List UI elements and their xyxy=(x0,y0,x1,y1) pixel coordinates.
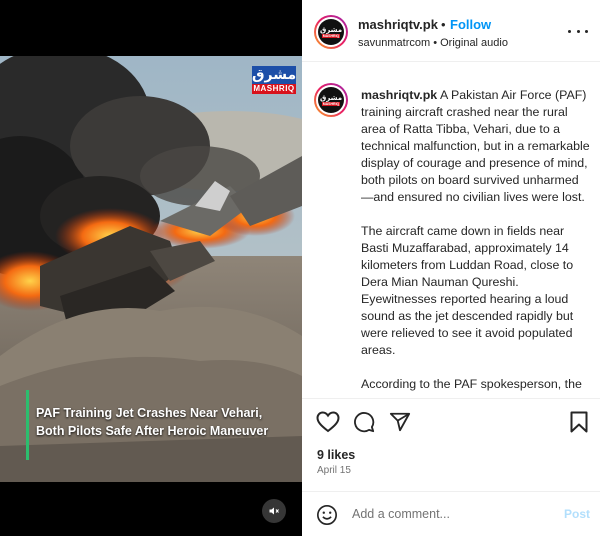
post-caption: mashriqtv.pk A Pakistan Air Force (PAF) … xyxy=(361,87,591,398)
caption-paragraph-1: mashriqtv.pk A Pakistan Air Force (PAF) … xyxy=(361,87,591,206)
send-icon[interactable] xyxy=(389,411,411,433)
author-avatar[interactable]: مشرق MASHRIQ xyxy=(314,15,348,49)
video-caption-line1: PAF Training Jet Crashes Near Vehari, xyxy=(36,406,263,420)
speaker-muted-icon xyxy=(269,507,279,515)
video-frame[interactable]: مشرق MASHRIQ PAF Training Jet Crashes Ne… xyxy=(0,56,302,482)
bookmark-icon[interactable] xyxy=(570,411,588,433)
post-header: مشرق MASHRIQ mashriqtv.pk • Follow savun… xyxy=(302,0,600,62)
post-date[interactable]: April 15 xyxy=(317,465,351,476)
emoji-icon[interactable] xyxy=(316,504,338,526)
header-separator: • xyxy=(441,17,446,32)
comment-input[interactable] xyxy=(352,504,552,524)
heart-icon[interactable] xyxy=(316,411,340,433)
avatar-logo-arabic: مشرق xyxy=(319,26,343,34)
caption-paragraph-1-text: A Pakistan Air Force (PAF) training airc… xyxy=(361,88,590,204)
avatar-logo-arabic: مشرق xyxy=(319,94,343,102)
post-sidebar: مشرق MASHRIQ mashriqtv.pk • Follow savun… xyxy=(302,0,600,536)
video-caption: PAF Training Jet Crashes Near Vehari, Bo… xyxy=(36,404,298,440)
comment-icon[interactable] xyxy=(353,411,375,433)
caption-accent-bar xyxy=(26,390,29,460)
caption-paragraph-3: According to the PAF spokesperson, the xyxy=(361,377,582,391)
caption-username[interactable]: mashriqtv.pk xyxy=(361,88,437,102)
video-player[interactable]: مشرق MASHRIQ PAF Training Jet Crashes Ne… xyxy=(0,0,302,536)
follow-button[interactable]: Follow xyxy=(450,17,491,32)
channel-logo-arabic: مشرق xyxy=(252,66,297,84)
video-caption-line2: Both Pilots Safe After Heroic Maneuver xyxy=(36,424,269,438)
caption-author-avatar[interactable]: مشرق MASHRIQ xyxy=(314,83,348,117)
post-comment-button[interactable]: Post xyxy=(564,507,590,521)
caption-section: مشرق MASHRIQ mashriqtv.pk A Pakistan Air… xyxy=(302,63,600,398)
channel-logo: مشرق MASHRIQ xyxy=(252,66,296,94)
action-bar xyxy=(302,398,600,444)
mute-button[interactable] xyxy=(262,499,286,523)
avatar-logo-latin: MASHRIQ xyxy=(321,102,341,106)
more-options-icon[interactable] xyxy=(568,24,588,38)
audio-label[interactable]: savunmatrcom • Original audio xyxy=(358,37,508,49)
comment-composer: Post xyxy=(302,491,600,536)
caption-paragraph-2: The aircraft came down in fields near Ba… xyxy=(361,224,574,357)
channel-logo-latin: MASHRIQ xyxy=(252,84,296,94)
author-username[interactable]: mashriqtv.pk xyxy=(358,17,438,32)
avatar-logo-latin: MASHRIQ xyxy=(321,34,341,38)
likes-count[interactable]: 9 likes xyxy=(317,448,355,462)
